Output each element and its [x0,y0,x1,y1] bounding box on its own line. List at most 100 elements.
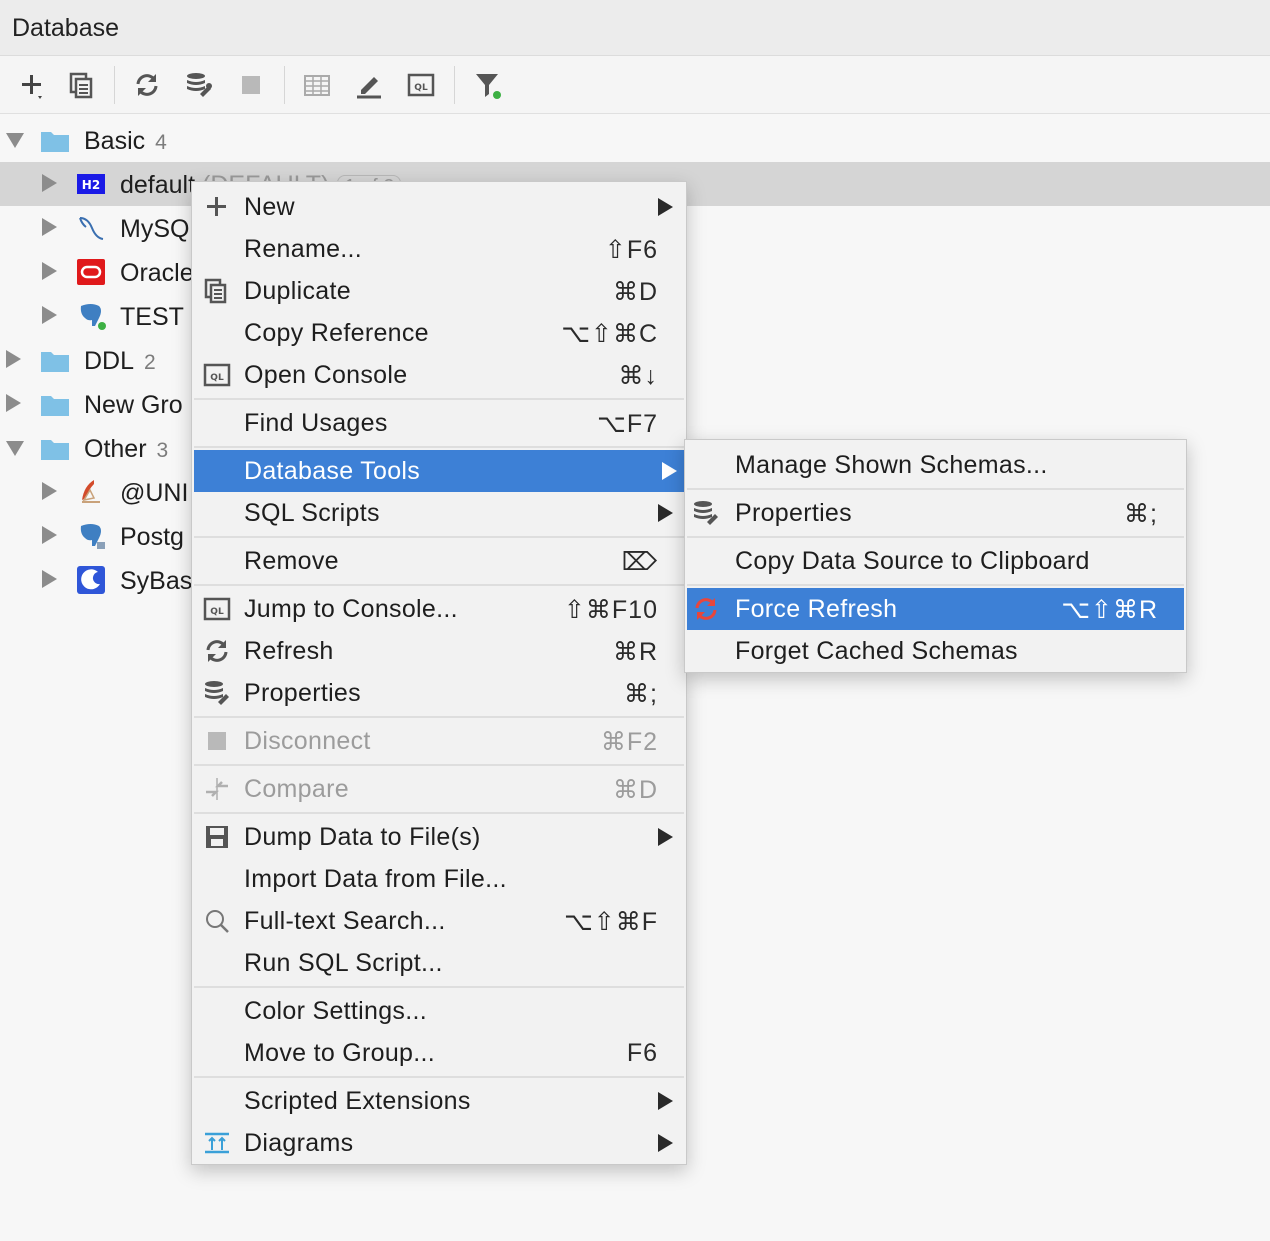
menu-item-properties[interactable]: Properties ⌘; [194,672,684,714]
expand-arrow[interactable] [42,174,57,192]
menu-item-label: Database Tools [244,457,421,485]
tree-item-label: TEST [120,303,184,331]
menu-item-label: Force Refresh [735,595,898,623]
sqlserver-icon [76,478,106,506]
duplicate-icon [69,72,93,99]
menu-separator [687,584,1184,586]
menu-item-label: Copy Reference [244,319,429,347]
tree-group-label: Other 3 [84,435,169,463]
menu-item-import-data[interactable]: Import Data from File... [194,858,684,900]
menu-item-label: Compare [244,775,349,803]
menu-item-label: Jump to Console... [244,595,458,623]
menu-item-refresh[interactable]: Refresh ⌘R [194,630,684,672]
menu-item-jump-to-console[interactable]: QL Jump to Console... ⇧⌘F10 [194,588,684,630]
menu-item-label: Refresh [244,637,334,665]
menu-item-force-refresh[interactable]: Force Refresh ⌥⇧⌘R [687,588,1184,630]
menu-item-dump-data[interactable]: Dump Data to File(s) [194,816,684,858]
tree-group-basic[interactable]: Basic 4 [0,118,1270,162]
table-icon [304,75,330,96]
filter-button[interactable] [468,66,506,104]
edit-button[interactable] [350,66,388,104]
menu-item-run-sql-script[interactable]: Run SQL Script... [194,942,684,984]
tree-item-label: Postg [120,523,184,551]
menu-separator [194,1076,684,1078]
menu-item-shortcut: ⌘↓ [618,362,658,390]
menu-item-copy-reference[interactable]: Copy Reference ⌥⇧⌘C [194,312,684,354]
panel-title: Database [12,14,120,42]
menu-item-copy-data-source[interactable]: Copy Data Source to Clipboard [687,540,1184,582]
menu-item-manage-shown-schemas[interactable]: Manage Shown Schemas... [687,444,1184,486]
svg-text:QL: QL [210,373,224,383]
expand-arrow[interactable] [42,218,57,236]
table-view-button[interactable] [298,66,336,104]
h2-icon: H2 [76,170,106,198]
menu-item-label: Remove [244,547,339,575]
expand-arrow[interactable] [42,482,57,500]
expand-arrow[interactable] [42,570,57,588]
duplicate-button[interactable] [62,66,100,104]
menu-item-label: Full-text Search... [244,907,446,935]
menu-item-diagrams[interactable]: Diagrams [194,1122,684,1164]
console-button[interactable]: QL [402,66,440,104]
menu-item-label: Manage Shown Schemas... [735,451,1048,479]
menu-item-forget-cached-schemas[interactable]: Forget Cached Schemas [687,630,1184,672]
menu-item-label: Copy Data Source to Clipboard [735,547,1090,575]
menu-item-disconnect[interactable]: Disconnect ⌘F2 [194,720,684,762]
menu-item-submenu-properties[interactable]: Properties ⌘; [687,492,1184,534]
pencil-icon [357,77,381,99]
menu-item-move-to-group[interactable]: Move to Group... F6 [194,1032,684,1074]
menu-separator [194,812,684,814]
menu-item-label: Diagrams [244,1129,354,1157]
force-refresh-icon [691,595,721,623]
menu-item-database-tools[interactable]: Database Tools [194,450,684,492]
filter-icon [476,74,501,99]
menu-item-label: Import Data from File... [244,865,507,893]
menu-item-label: SQL Scripts [244,499,380,527]
menu-item-open-console[interactable]: QL Open Console ⌘↓ [194,354,684,396]
menu-item-full-text-search[interactable]: Full-text Search... ⌥⇧⌘F [194,900,684,942]
menu-item-compare[interactable]: Compare ⌘D [194,768,684,810]
menu-separator [194,764,684,766]
menu-item-shortcut: ⌘D [612,776,658,804]
save-icon [202,823,232,851]
folder-icon [40,126,70,154]
tree-group-count: 3 [156,439,169,462]
console-icon: QL [202,361,232,389]
tree-group-label: New Gro [84,391,183,419]
menu-separator [194,716,684,718]
submenu-arrow-icon [658,198,673,216]
tree-group-label: Basic 4 [84,127,167,155]
menu-item-label: Find Usages [244,409,388,437]
menu-separator [194,446,684,448]
oracle-icon [76,258,106,286]
stop-button[interactable] [232,66,270,104]
expand-arrow[interactable] [6,133,24,148]
expand-arrow[interactable] [6,441,24,456]
expand-arrow[interactable] [6,394,21,412]
menu-item-scripted-extensions[interactable]: Scripted Extensions [194,1080,684,1122]
properties-button[interactable] [180,66,218,104]
expand-arrow[interactable] [6,350,21,368]
postgres-elephant-icon [76,302,106,330]
submenu-arrow-icon [658,1092,673,1110]
expand-arrow[interactable] [42,306,57,324]
database-tools-submenu: Manage Shown Schemas... Properties ⌘; Co… [684,439,1187,673]
menu-item-duplicate[interactable]: Duplicate ⌘D [194,270,684,312]
menu-item-color-settings[interactable]: Color Settings... [194,990,684,1032]
expand-arrow[interactable] [42,262,57,280]
menu-item-shortcut: ⇧⌘F10 [563,596,658,624]
menu-item-find-usages[interactable]: Find Usages ⌥F7 [194,402,684,444]
menu-item-sql-scripts[interactable]: SQL Scripts [194,492,684,534]
menu-item-rename[interactable]: Rename... ⇧F6 [194,228,684,270]
add-button[interactable] [12,66,50,104]
menu-separator [194,398,684,400]
menu-item-shortcut: ⌥⇧⌘R [1061,596,1158,624]
menu-item-new[interactable]: New [194,186,684,228]
refresh-button[interactable] [128,66,166,104]
stop-icon [242,76,260,94]
menu-item-label: Move to Group... [244,1039,435,1067]
tree-item-label: MySQ [120,215,190,243]
expand-arrow[interactable] [42,526,57,544]
menu-item-remove[interactable]: Remove ⌦ [194,540,684,582]
menu-item-shortcut: ⌥⇧⌘F [563,908,658,936]
